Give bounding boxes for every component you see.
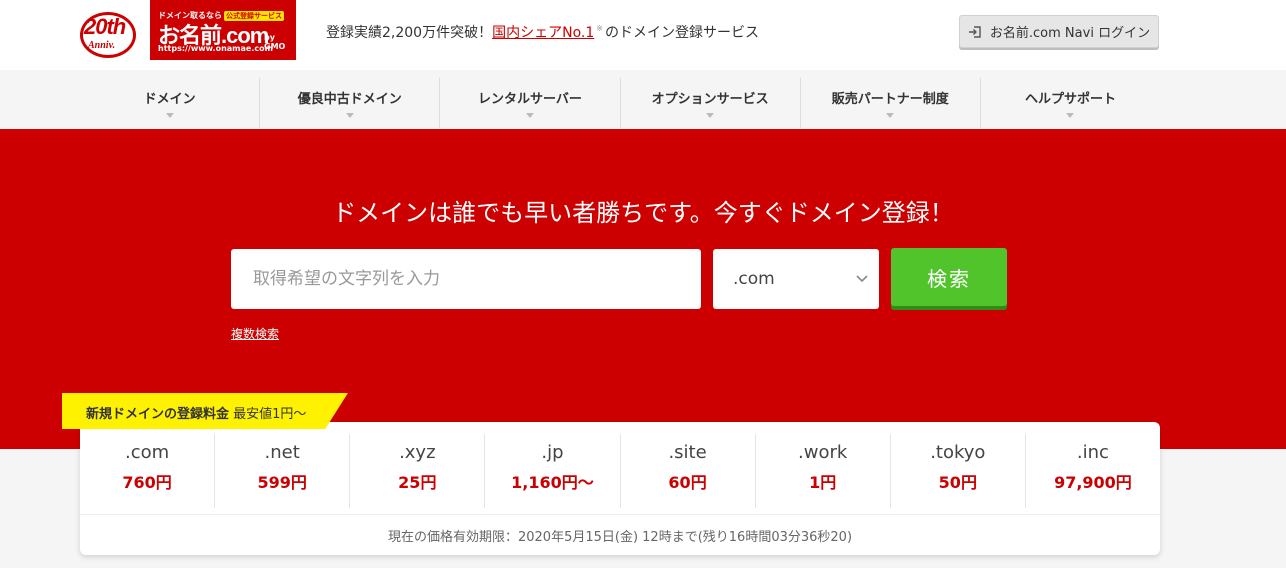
price-item-net[interactable]: .net 599円 xyxy=(214,434,349,508)
hero-title: ドメインは誰でも早い者勝ちです。今すぐドメイン登録！ xyxy=(332,199,954,227)
nav-item-domain[interactable]: ドメイン xyxy=(80,78,259,128)
caret-down-icon xyxy=(1066,113,1075,118)
multi-search-link[interactable]: 複数検索 xyxy=(231,325,279,342)
nav-item-rental-server[interactable]: レンタルサーバー xyxy=(439,78,619,128)
price-value: 760円 xyxy=(122,473,172,492)
nav-label: 優良中古ドメイン xyxy=(297,92,402,107)
price-value: 50円 xyxy=(938,473,977,492)
caret-down-icon xyxy=(525,113,534,118)
anniversary-sub: Anniv. xyxy=(88,40,116,51)
pricing-badge-rest: 最安値1円〜 xyxy=(233,407,307,422)
price-tld: .xyz xyxy=(399,442,436,463)
nav-item-options[interactable]: オプションサービス xyxy=(619,78,800,128)
tld-select-value: .com xyxy=(733,269,775,289)
price-value: 599円 xyxy=(257,473,307,492)
tagline-share-link[interactable]: 国内シェアNo.1 xyxy=(492,25,594,41)
main-nav: ドメイン 優良中古ドメイン レンタルサーバー オプションサービス 販売パートナー… xyxy=(80,78,1160,128)
price-tld: .inc xyxy=(1076,442,1109,463)
caret-down-icon xyxy=(886,113,895,118)
nav-label: レンタルサーバー xyxy=(477,92,582,107)
tagline-suffix: のドメイン登録サービス xyxy=(604,25,759,41)
price-value: 1円 xyxy=(809,473,837,492)
site-logo[interactable]: ドメイン取るなら 公式登録サービス お名前.com by GMO https://… xyxy=(150,0,296,60)
chevron-down-icon xyxy=(856,275,868,283)
login-icon xyxy=(968,25,981,38)
pricing-badge-text: 新規ドメインの登録料金 最安値1円〜 xyxy=(86,403,306,422)
price-validity-note: 現在の価格有効期限：2020年5月15日(金) 12時まで(残り16時間03分3… xyxy=(387,530,853,545)
nav-label: ドメイン xyxy=(143,92,196,107)
header-tagline: 登録実績2,200万件突破！国内シェアNo.1 ※ のドメイン登録サービス xyxy=(326,22,759,42)
pricing-panel: .com 760円 .net 599円 .xyz 25円 .jp 1,160円〜… xyxy=(80,422,1160,555)
nav-label: オプションサービス xyxy=(651,92,769,107)
nav-item-help[interactable]: ヘルプサポート xyxy=(979,78,1160,128)
site-header: 20th Anniv. ドメイン取るなら 公式登録サービス お名前.com by … xyxy=(0,0,1286,70)
price-tld: .tokyo xyxy=(930,442,986,463)
price-item-site[interactable]: .site 60円 xyxy=(619,434,755,508)
price-item-tokyo[interactable]: .tokyo 50円 xyxy=(889,434,1025,508)
nav-item-partner[interactable]: 販売パートナー制度 xyxy=(799,78,980,128)
navi-login-button[interactable]: お名前.com Navi ログイン xyxy=(959,15,1159,48)
price-item-xyz[interactable]: .xyz 25円 xyxy=(349,434,484,508)
price-item-com[interactable]: .com 760円 xyxy=(80,434,214,508)
price-tld: .site xyxy=(668,442,707,463)
price-item-work[interactable]: .work 1円 xyxy=(754,434,890,508)
anniversary-logo: 20th Anniv. xyxy=(80,8,138,60)
pricing-badge-bold: 新規ドメインの登録料金 xyxy=(86,407,230,422)
nav-label: ヘルプサポート xyxy=(1024,92,1116,107)
nav-item-used-domain[interactable]: 優良中古ドメイン xyxy=(259,78,439,128)
tld-select[interactable]: .com xyxy=(713,249,879,309)
logo-url: https://www.onamae.com xyxy=(158,44,273,53)
price-value: 1,160円〜 xyxy=(511,473,594,492)
pricing-badge: 新規ドメインの登録料金 最安値1円〜 xyxy=(62,393,348,429)
domain-search-input[interactable] xyxy=(231,249,701,309)
price-tld: .work xyxy=(798,442,848,463)
price-item-inc[interactable]: .inc 97,900円 xyxy=(1024,434,1160,508)
price-tld: .jp xyxy=(541,442,564,463)
anniversary-number: 20th xyxy=(84,14,126,39)
navi-login-label: お名前.com Navi ログイン xyxy=(989,26,1151,41)
caret-down-icon xyxy=(706,113,715,118)
price-item-jp[interactable]: .jp 1,160円〜 xyxy=(484,434,619,508)
search-button[interactable]: 検索 xyxy=(891,248,1007,306)
price-tld: .net xyxy=(264,442,300,463)
tagline-prefix: 登録実績2,200万件突破！ xyxy=(326,25,493,41)
caret-down-icon xyxy=(345,113,354,118)
price-value: 25円 xyxy=(398,473,437,492)
pricing-divider xyxy=(80,514,1160,515)
price-tld: .com xyxy=(124,442,170,463)
price-value: 97,900円 xyxy=(1054,473,1132,492)
price-value: 60円 xyxy=(668,473,707,492)
pricing-row: .com 760円 .net 599円 .xyz 25円 .jp 1,160円〜… xyxy=(80,434,1160,508)
nav-label: 販売パートナー制度 xyxy=(831,92,949,107)
caret-down-icon xyxy=(165,113,174,118)
tagline-note-mark: ※ xyxy=(596,24,603,34)
